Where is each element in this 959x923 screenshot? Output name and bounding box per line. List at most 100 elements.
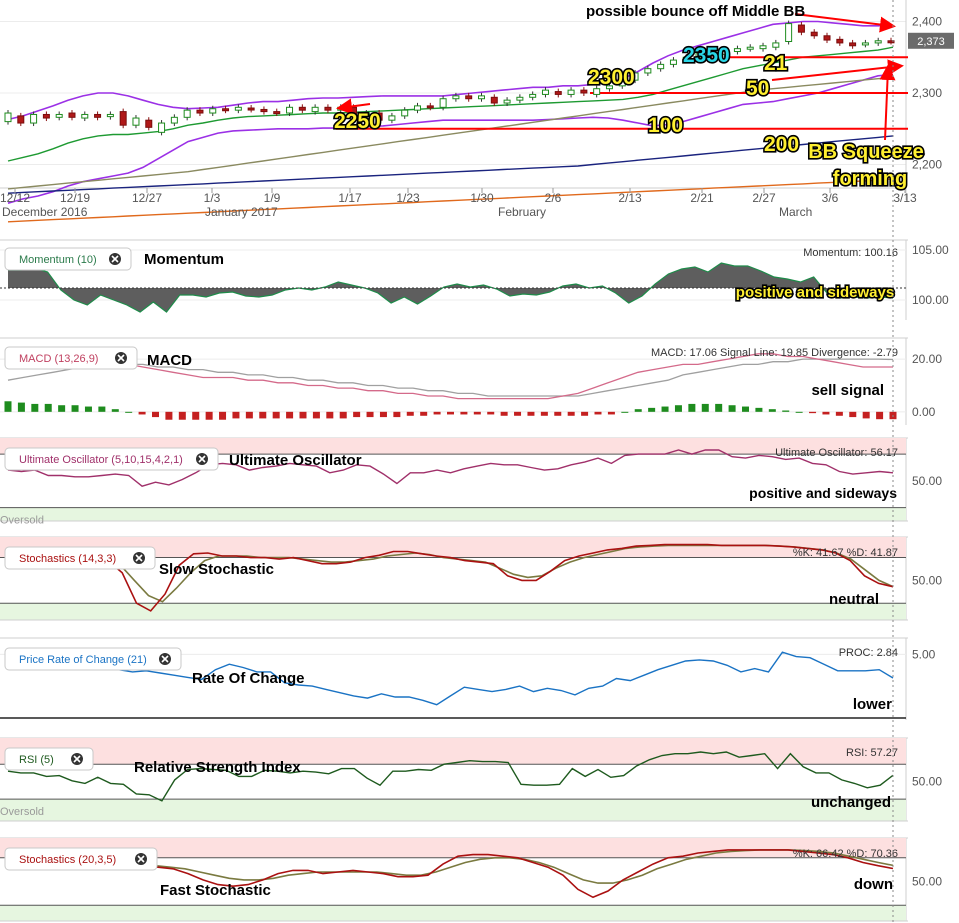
macd-histogram-bar [661,406,669,412]
rsi-side-annotation: unchanged [811,794,891,811]
candle-body [94,113,102,118]
price-tick-label: 2,400 [912,14,942,28]
macd-histogram-bar [98,406,106,412]
macd-histogram-bar [420,411,428,416]
macd-histogram-bar [621,411,629,413]
momentum-tick-label: 105.00 [912,243,949,257]
candle-body [286,106,294,114]
candle-body [657,63,665,70]
fast-stoch-panel-tick-label: 50.00 [912,874,942,888]
chart-stage: 2,200 2,300 2,400 2,373 12/12 12/19 12/27 1/3 1/… [0,0,959,923]
annotation-bounce: possible bounce off Middle BB [586,3,805,20]
rsi-panel-tick-label: 50.00 [912,775,942,789]
macd-histogram-bar [232,411,240,419]
candle-body [746,46,754,50]
macd-histogram-bar [138,411,146,415]
candle-body [4,112,12,123]
candle-body [311,106,319,113]
candle-body [247,107,255,111]
candle-body [477,95,485,100]
candle-body [580,89,588,94]
macd-histogram-bar [406,411,414,416]
candle-body [17,115,25,124]
macd-histogram-bar [259,411,267,419]
macd-histogram-bar [111,409,119,412]
roc-annotation: Rate Of Change [192,670,305,687]
candle-body [465,95,473,100]
annotation-2350: 2350 [683,44,730,67]
macd-histogram-bar [701,403,709,412]
annotation-2300: 2300 [588,66,635,89]
macd-histogram-bar [312,411,320,419]
macd-histogram-bar [272,411,280,419]
candle-body [810,31,818,37]
macd-histogram-bar [326,411,334,419]
x-tick-label: 2/21 [690,191,714,205]
macd-histogram-bar [500,411,508,416]
candle-body [158,122,166,133]
x-tick-label: 1/9 [264,191,281,205]
candle-body [42,113,50,119]
macd-histogram-bar [674,405,682,412]
macd-histogram-bar [4,401,12,412]
fast-stoch-annotation: Fast Stochastic [160,882,271,899]
slow-stoch-annotation: Slow Stochastic [159,561,274,578]
macd-histogram-bar [31,403,39,412]
candle-body [452,95,460,100]
macd-histogram-bar [487,411,495,415]
uo-annotation: Ultimate Oscillator [229,452,362,469]
candle-body [222,108,230,112]
macd-histogram-bar [339,411,347,419]
macd-histogram-bar [554,411,562,416]
candle-body [874,40,882,44]
momentum-chip-label: Momentum (10) [19,254,97,266]
roc-tick-label: 5.00 [912,647,936,661]
macd-histogram-bar [84,406,92,412]
x-tick-label: 1/17 [338,191,362,205]
uo-panel-oversold-zone [0,507,906,521]
macd-histogram-bar [527,411,535,416]
x-tick-label: 3/13 [893,191,917,205]
candle-body [541,89,549,95]
candle-body [503,99,511,104]
candle-body [516,96,524,101]
macd-histogram-bar [809,411,817,414]
candle-body [55,113,63,118]
macd-histogram-bar [822,411,830,415]
annotation-100: 100 [648,114,683,137]
macd-histogram-bar [17,402,25,412]
candle-body [669,59,677,65]
candle-body [183,109,191,118]
x-tick-label: 1/30 [470,191,494,205]
x-month-label: January 2017 [205,205,278,219]
candle-body [644,68,652,74]
macd-histogram-bar [447,411,454,415]
macd-histogram-bar [768,409,776,412]
slow-stoch-panel-oversold-zone [0,603,906,620]
momentum-annotation: Momentum [144,251,224,268]
uo-readout: Ultimate Oscillator: 56.17 [775,447,898,459]
macd-histogram-bar [862,411,870,419]
rsi-panel-oversold-zone [0,799,906,821]
macd-histogram-bar [286,411,294,419]
roc-side-annotation: lower [853,696,892,713]
macd-histogram-bar [192,411,200,420]
candle-body [106,113,114,118]
macd-histogram-bar [393,411,401,418]
annotation-forming: forming [833,168,907,190]
candle-body [490,96,498,104]
candle-body [170,116,178,124]
slow-stoch-panel-tick-label: 50.00 [912,573,942,587]
rsi-readout: RSI: 57.27 [846,747,898,759]
macd-histogram-bar [125,411,133,413]
annotation-21: 21 [764,52,788,75]
annotation-bb-squeeze: BB Squeeze [808,141,924,163]
macd-histogram-bar [715,403,723,412]
macd-histogram-bar [594,411,602,415]
uo-chip-label: Ultimate Oscillator (5,10,15,4,2,1) [19,454,183,466]
x-tick-label: 1/3 [204,191,221,205]
uo-panel-tick-label: 50.00 [912,474,942,488]
candle-body [759,45,767,50]
macd-histogram-bar [849,411,857,418]
candle-body [260,108,268,113]
